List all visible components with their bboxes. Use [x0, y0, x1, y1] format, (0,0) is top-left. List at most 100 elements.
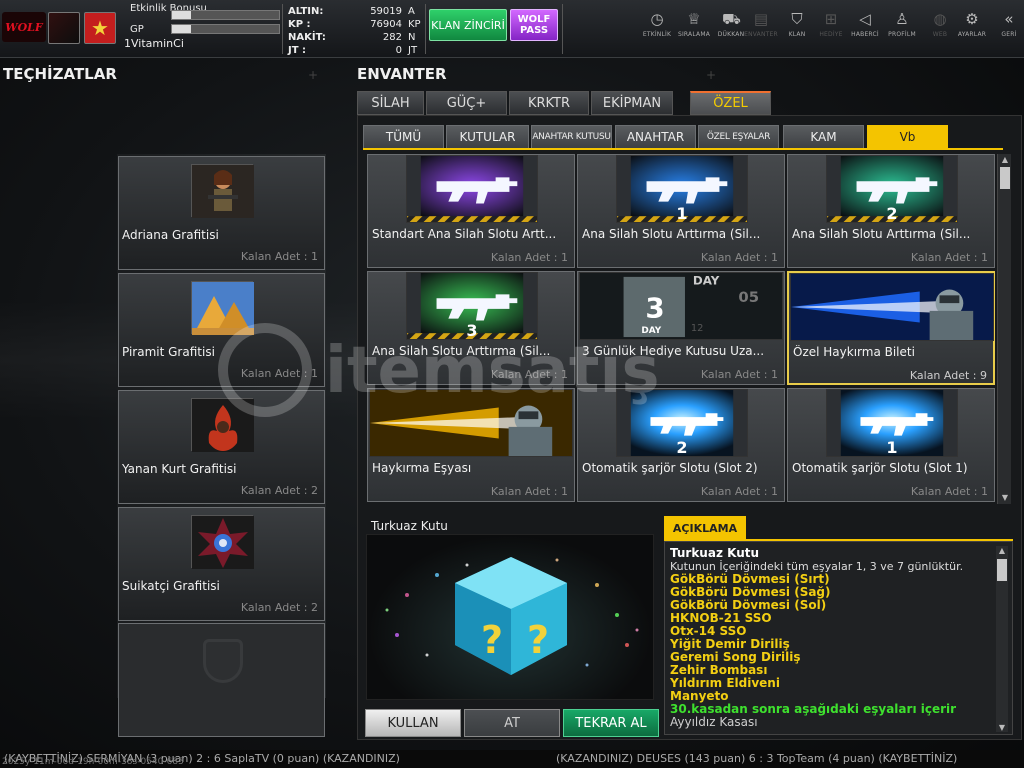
pyramid-graffiti-icon [191, 281, 254, 335]
equipment-slot[interactable]: Piramit Grafitisi Kalan Adet : 1 [118, 273, 325, 387]
subtab-kutular[interactable]: KUTULAR [446, 125, 529, 149]
medal-icon: ♕ [687, 10, 701, 28]
buy-again-button[interactable]: TEKRAR AL [563, 709, 659, 737]
item-qty: Kalan Adet : 9 [909, 369, 987, 382]
description-item: Geremi Song Diriliş [670, 651, 801, 664]
description-intro: Kutunun İçeriğindeki tüm eşyalar 1, 3 ve… [670, 560, 964, 573]
scroll-up-icon[interactable]: ▲ [998, 154, 1012, 166]
clan-shield-icon: ⛉ [791, 10, 803, 28]
currency-value: 0 [395, 45, 402, 56]
stopwatch-icon: ◷ [650, 10, 664, 28]
nav-klan[interactable]: ⛉ KLAN [778, 10, 816, 38]
currency-unit: JT [408, 45, 418, 56]
drop-button[interactable]: AT [464, 709, 560, 737]
item-name: 3 Günlük Hediye Kutusu Uza... [582, 344, 765, 358]
inventory-item[interactable]: 1 Otomatik şarjör Slotu (Slot 1) Kalan Ade… [787, 388, 995, 502]
inventory-item[interactable]: Özel Haykırma Bileti Kalan Adet : 9 [787, 271, 995, 385]
svg-text:?: ? [481, 618, 503, 662]
tab-özel[interactable]: ÖZEL [690, 91, 771, 115]
clan-chain-button[interactable]: KLAN ZİNCİRİ [429, 9, 507, 41]
slot-number-badge: 1 [676, 204, 688, 223]
inventory-item[interactable]: 2 Ana Silah Slotu Arttırma (Sil... Kalan A… [787, 154, 995, 268]
description-tab[interactable]: AÇIKLAMA [664, 516, 746, 540]
item-name: Özel Haykırma Bileti [793, 345, 915, 359]
inventory-item[interactable]: 3 Ana Silah Slotu Arttırma (Sil... Kalan A… [367, 271, 575, 385]
tab-krktr[interactable]: KRKTR [509, 91, 589, 115]
currency-row: JT : 0 JT [283, 45, 424, 57]
description-extra-item: Ayyıldız Kasası [670, 716, 758, 729]
currency-unit: N [408, 32, 416, 43]
subtab-tümü[interactable]: TÜMÜ [363, 125, 444, 149]
item-qty: Kalan Adet : 1 [490, 485, 568, 498]
use-button[interactable]: KULLAN [365, 709, 461, 737]
nav-haberci̇[interactable]: ◁ HABERCİ [846, 10, 884, 38]
grid-scrollbar[interactable]: ▲ ▼ [997, 154, 1011, 504]
scroll-up-icon[interactable]: ▲ [996, 546, 1008, 555]
player-name: 1VitaminCi [124, 37, 184, 50]
clan-emblem[interactable] [48, 12, 80, 44]
item-qty: Kalan Adet : 1 [700, 251, 778, 264]
description-text: Turkuaz Kutu Kutunun İçeriğindeki tüm eş… [670, 547, 992, 729]
equipment-slot[interactable]: Suikatçi Grafitisi Kalan Adet : 2 [118, 507, 325, 621]
equipment-slot[interactable]: Adriana Grafitisi Kalan Adet : 1 [118, 156, 325, 270]
tab-eki̇pman[interactable]: EKİPMAN [591, 91, 673, 115]
currency-panel: ALTIN: 59019 A KP : 76904 KP NAKİT: 282 N JT : 0 JT [283, 4, 424, 56]
gift-side-number: 05 [738, 289, 759, 306]
turquoise-box-image: ? ? [366, 534, 654, 700]
scroll-thumb[interactable] [997, 559, 1007, 581]
empty-equipment-slot[interactable] [118, 623, 325, 737]
description-item: GökBörü Dövmesi (Sağ) [670, 586, 831, 599]
subtab-anahtar-kutusu[interactable]: ANAHTAR KUTUSU [531, 125, 612, 149]
inventory-item[interactable]: Haykırma Eşyası Kalan Adet : 1 [367, 388, 575, 502]
gift-day-word: DAY [641, 326, 661, 336]
description-item: Zehir Bombası [670, 664, 768, 677]
item-name: Haykırma Eşyası [372, 461, 472, 475]
wolf-pass-button[interactable]: WOLF PASS [510, 9, 558, 41]
nav-geri̇[interactable]: « GERİ [990, 10, 1024, 38]
slot-number-badge: 1 [886, 438, 898, 457]
equipment-qty: Kalan Adet : 1 [240, 367, 318, 380]
currency-value: 76904 [370, 19, 402, 30]
item-qty: Kalan Adet : 1 [910, 485, 988, 498]
equipment-name: Piramit Grafitisi [122, 345, 215, 359]
scroll-thumb[interactable] [1000, 167, 1010, 189]
mystery-box-icon: ? ? [385, 557, 639, 675]
gift-day-word: DAY [693, 274, 720, 288]
tab-si̇lah[interactable]: SİLAH [357, 91, 424, 115]
description-item: Yiğit Demir Diriliş [670, 638, 790, 651]
slot-number-badge: 2 [886, 204, 898, 223]
selected-item-name: Turkuaz Kutu [371, 519, 448, 533]
auto-magazine-slot-2-icon: 2 [616, 389, 748, 457]
auto-magazine-slot-1-icon: 1 [826, 389, 958, 457]
description-scrollbar[interactable]: ▲ ▼ [996, 546, 1008, 732]
inventory-item[interactable]: 1 Ana Silah Slotu Arttırma (Sil... Kalan A… [577, 154, 785, 268]
currency-label: NAKİT: [288, 32, 326, 43]
subtab-vb[interactable]: Vb [867, 125, 948, 149]
nav-label: HEDİYE [819, 31, 843, 38]
green-rifle-slot-2-icon: 2 [826, 155, 958, 223]
gp-label: GP [130, 24, 144, 35]
subtab-kam[interactable]: KAM [783, 125, 864, 149]
scroll-down-icon[interactable]: ▼ [996, 723, 1008, 732]
globe-icon: ◍ [933, 10, 947, 28]
description-title: Turkuaz Kutu [670, 547, 760, 560]
megaphone-icon: ◁ [859, 10, 871, 28]
subtab-özel-eşyalar[interactable]: ÖZEL EŞYALAR [698, 125, 779, 149]
nav-profi̇lm[interactable]: ♙ PROFİLM [883, 10, 921, 38]
inventory-item[interactable]: 2 Otomatik şarjör Slotu (Slot 2) Kalan Ade… [577, 388, 785, 502]
equipment-slot[interactable]: Yanan Kurt Grafitisi Kalan Adet : 2 [118, 390, 325, 504]
subtab-underline [363, 148, 1003, 150]
nav-etki̇nli̇k[interactable]: ◷ ETKİNLİK [638, 10, 676, 38]
tab-güç+[interactable]: GÜÇ+ [426, 91, 507, 115]
top-bar: WOLF ★ Etkinlik Bonusu GP 1VitaminCi ALT… [0, 0, 1024, 58]
equipment-qty: Kalan Adet : 2 [240, 601, 318, 614]
inventory-item[interactable]: 3 DAY DAY 05 12 3 Günlük Hediye Kutusu Uza...… [577, 271, 785, 385]
nav-ayarlar[interactable]: ⚙ AYARLAR [953, 10, 991, 38]
item-qty: Kalan Adet : 1 [490, 251, 568, 264]
divider [425, 4, 426, 54]
inventory-item[interactable]: Standart Ana Silah Slotu Artt... Kalan Ad… [367, 154, 575, 268]
scroll-down-icon[interactable]: ▼ [998, 492, 1012, 504]
equipment-name: Yanan Kurt Grafitisi [122, 462, 237, 476]
subtab-anahtar[interactable]: ANAHTAR [615, 125, 696, 149]
nav-siralama[interactable]: ♕ SIRALAMA [675, 10, 713, 38]
